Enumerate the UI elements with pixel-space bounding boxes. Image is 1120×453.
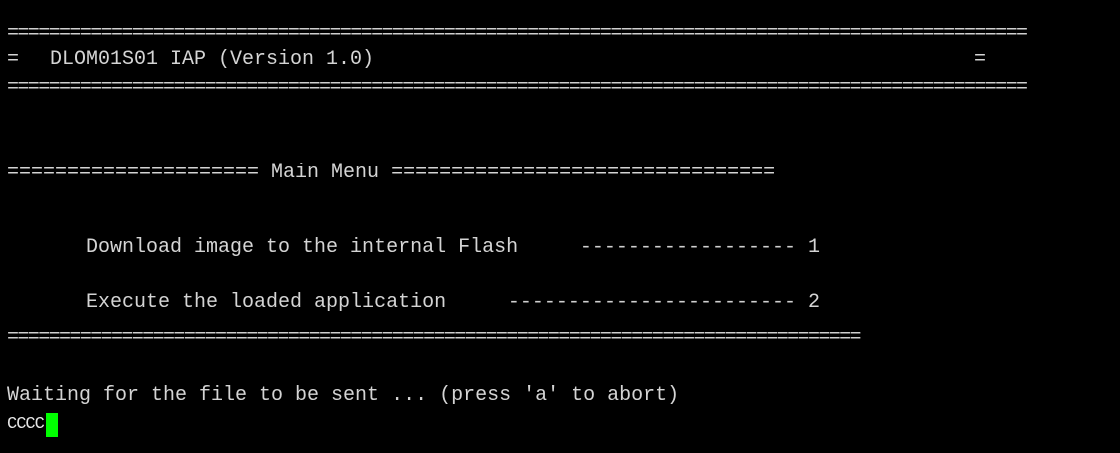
- prompt-text: CCCC: [7, 415, 45, 434]
- menu-item-label: Execute the loaded application: [86, 291, 447, 314]
- banner-title-row: = DLOM01S01 IAP (Version 1.0) =: [7, 50, 992, 72]
- menu-item-download: Download image to the internal Flash ---…: [38, 218, 820, 258]
- status-message: Waiting for the file to be sent ... (pre…: [7, 384, 680, 407]
- menu-item-execute: Execute the loaded application ---------…: [38, 273, 820, 313]
- input-prompt-line[interactable]: CCCC: [7, 413, 58, 437]
- menu-item-key-group: ------------------ 1: [508, 218, 820, 278]
- menu-item-label: Download image to the internal Flash: [86, 236, 519, 259]
- banner-left-marker: =: [7, 48, 20, 71]
- terminal-window[interactable]: ========================================…: [0, 0, 1120, 453]
- menu-item-key: 2: [807, 291, 820, 314]
- menu-separator: ========================================…: [7, 326, 862, 349]
- banner-bottom-rule: ========================================…: [7, 76, 1028, 99]
- menu-item-dashes: ------------------------: [507, 291, 796, 314]
- banner-top-rule: ========================================…: [7, 22, 1028, 45]
- menu-item-key-group: ------------------------ 2: [436, 273, 820, 333]
- text-cursor: [45, 413, 58, 437]
- banner-title: DLOM01S01 IAP (Version 1.0): [50, 48, 375, 71]
- menu-item-key: 1: [807, 236, 820, 259]
- menu-item-dashes: ------------------: [579, 236, 796, 259]
- banner-right-marker: =: [973, 48, 986, 71]
- main-menu-header: ===================== Main Menu ========…: [7, 163, 776, 184]
